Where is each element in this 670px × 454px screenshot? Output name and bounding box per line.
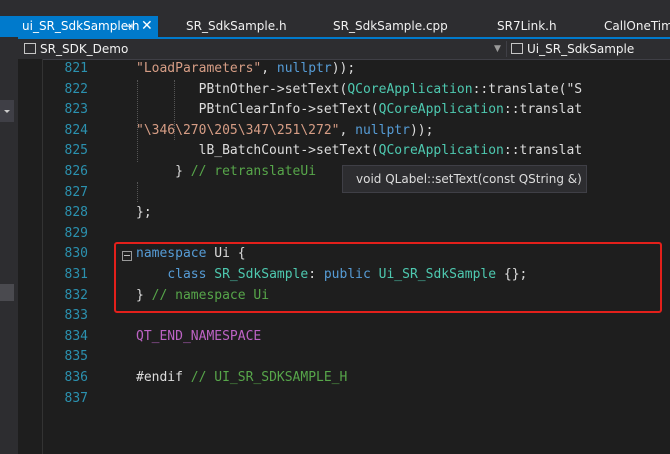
- line-number: 821: [64, 61, 88, 76]
- project-icon: [24, 43, 36, 54]
- tab-label: CallOneTim: [604, 19, 670, 33]
- project-dropdown[interactable]: SR_SDK_Demo: [24, 39, 128, 59]
- line-number: 836: [64, 369, 88, 385]
- code-line[interactable]: [136, 347, 670, 368]
- line-number: 833: [64, 308, 88, 324]
- line-number: 832: [64, 287, 88, 303]
- line-number: 835: [64, 349, 88, 365]
- close-icon[interactable]: ✕: [141, 16, 153, 37]
- code-line[interactable]: lB_BatchCount->setText(QCoreApplication:…: [136, 141, 670, 162]
- tab-sr-sdksample-h[interactable]: SR_SdkSample.h: [186, 16, 287, 37]
- line-number: 834: [64, 328, 88, 344]
- class-label: Ui_SR_SdkSample: [527, 42, 635, 56]
- chevron-down-icon[interactable]: ▼: [494, 39, 501, 59]
- line-number: 829: [64, 225, 88, 241]
- tab-ui-sr-sdksample-h[interactable]: ui_SR_SdkSample.h ⇥ ✕: [0, 16, 158, 37]
- code-line[interactable]: "LoadParameters", nullptr));: [136, 59, 670, 80]
- code-line[interactable]: };: [136, 203, 670, 224]
- line-number: 825: [64, 143, 88, 159]
- line-number: 837: [64, 390, 88, 406]
- line-numbers: 821 822 823 824 825 826 827 828 829 830 …: [42, 59, 88, 409]
- code-line[interactable]: [136, 389, 670, 410]
- line-number: 824: [64, 122, 88, 138]
- divider: [506, 41, 507, 57]
- quickinfo-tooltip: void QLabel::setText(const QString &): [342, 165, 587, 193]
- line-number: 826: [64, 163, 88, 179]
- tab-sr-sdksample-cpp[interactable]: SR_SdkSample.cpp: [333, 16, 448, 37]
- tab-callonetime[interactable]: CallOneTim: [604, 16, 670, 37]
- code-line[interactable]: PBtnClearInfo->setText(QCoreApplication:…: [136, 100, 670, 121]
- code-line[interactable]: "\346\270\205\347\251\272", nullptr));: [136, 121, 670, 142]
- project-label: SR_SDK_Demo: [40, 42, 129, 56]
- tab-sr7link-h[interactable]: SR7Link.h: [497, 16, 557, 37]
- code-line[interactable]: PBtnOther->setText(QCoreApplication::tra…: [136, 80, 670, 101]
- line-number: 830: [64, 246, 88, 262]
- tab-label: SR7Link.h: [497, 19, 557, 33]
- tab-label: ui_SR_SdkSample.h: [22, 19, 140, 33]
- line-number: 823: [64, 102, 88, 118]
- code-editor[interactable]: "LoadParameters", nullptr)); PBtnOther->…: [136, 59, 670, 409]
- code-line[interactable]: QT_END_NAMESPACE: [136, 327, 670, 348]
- code-line[interactable]: #endif // UI_SR_SDKSAMPLE_H: [136, 368, 670, 389]
- pin-icon[interactable]: ⇥: [123, 16, 133, 37]
- collapse-button[interactable]: [0, 100, 14, 122]
- tab-label: SR_SdkSample.cpp: [333, 19, 448, 33]
- left-tool-strip: [0, 37, 18, 454]
- line-number: 822: [64, 81, 88, 97]
- indicator-margin: [18, 59, 43, 454]
- line-number: 828: [64, 205, 88, 221]
- class-dropdown[interactable]: Ui_SR_SdkSample: [511, 39, 634, 59]
- line-number: 831: [64, 266, 88, 282]
- document-tab-bar: ui_SR_SdkSample.h ⇥ ✕ SR_SdkSample.h SR_…: [0, 0, 670, 37]
- navigation-bar: SR_SDK_Demo ▼ Ui_SR_SdkSample: [18, 39, 670, 60]
- tab-label: SR_SdkSample.h: [186, 19, 287, 33]
- selected-strip-item[interactable]: [0, 284, 14, 301]
- line-number: 827: [64, 184, 88, 200]
- class-icon: [511, 43, 523, 54]
- highlight-box: [114, 242, 662, 313]
